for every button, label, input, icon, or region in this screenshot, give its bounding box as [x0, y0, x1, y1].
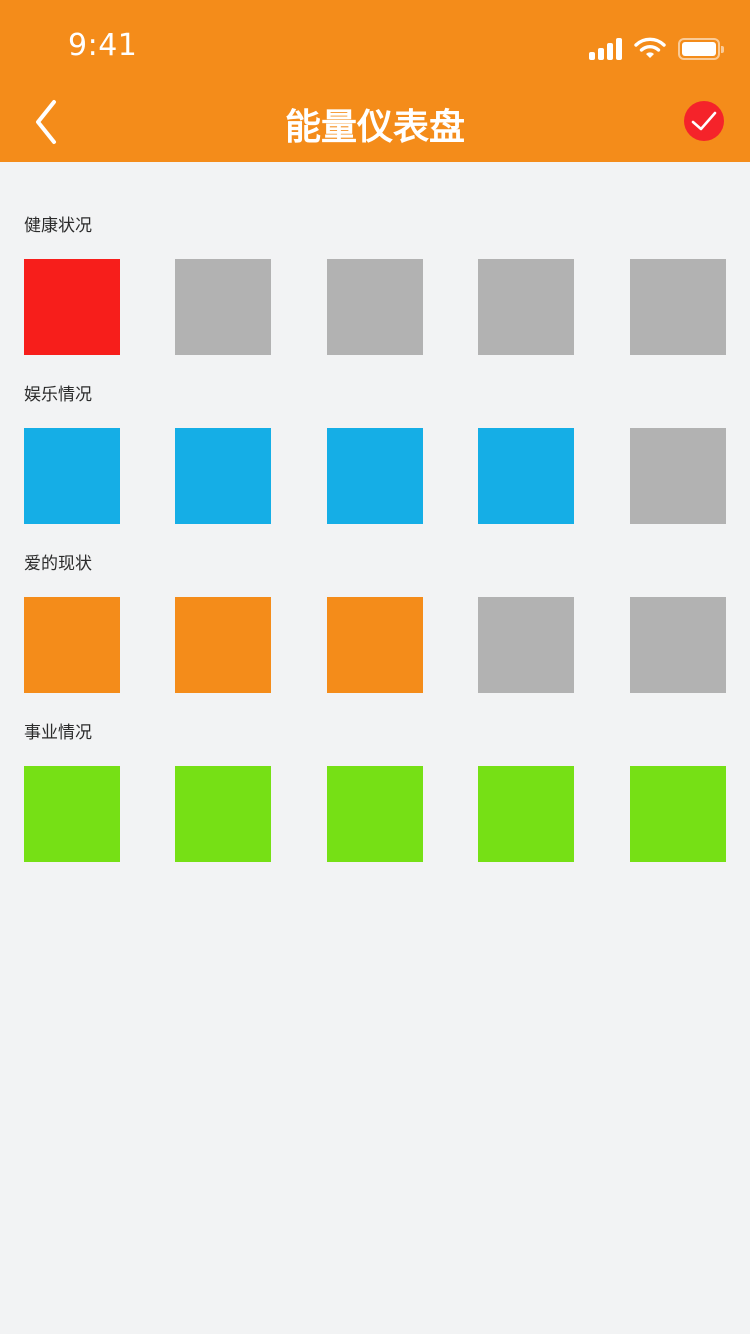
energy-row-love [24, 597, 726, 693]
energy-row-entertainment [24, 428, 726, 524]
energy-row-career [24, 766, 726, 862]
confirm-button[interactable] [684, 101, 724, 141]
status-icons [589, 34, 724, 60]
section-label-career: 事业情况 [24, 723, 92, 743]
energy-tile-love-1[interactable] [24, 597, 120, 693]
energy-tile-entertainment-1[interactable] [24, 428, 120, 524]
page-title: 能量仪表盘 [284, 107, 465, 148]
check-circle-icon [684, 101, 724, 141]
energy-tile-career-4[interactable] [478, 766, 574, 862]
energy-tile-entertainment-3[interactable] [327, 428, 423, 524]
back-button[interactable] [26, 96, 70, 148]
energy-tile-career-2[interactable] [175, 766, 271, 862]
energy-tile-love-2[interactable] [175, 597, 271, 693]
section-label-health: 健康状况 [24, 216, 92, 236]
cellular-signal-icon [589, 38, 622, 60]
header-bar: 9:41 能量仪表盘 [0, 0, 750, 162]
energy-tile-love-5[interactable] [630, 597, 726, 693]
energy-tile-love-3[interactable] [327, 597, 423, 693]
energy-tile-entertainment-2[interactable] [175, 428, 271, 524]
energy-tile-health-5[interactable] [630, 259, 726, 355]
energy-tile-health-4[interactable] [478, 259, 574, 355]
wifi-icon [634, 37, 666, 58]
energy-tile-career-1[interactable] [24, 766, 120, 862]
energy-tile-career-3[interactable] [327, 766, 423, 862]
section-label-love: 爱的现状 [24, 554, 92, 574]
energy-tile-entertainment-4[interactable] [478, 428, 574, 524]
energy-tile-health-1[interactable] [24, 259, 120, 355]
section-label-entertainment: 娱乐情况 [24, 385, 92, 405]
status-time: 9:41 [68, 28, 138, 63]
battery-icon [678, 38, 724, 60]
energy-tile-health-2[interactable] [175, 259, 271, 355]
energy-row-health [24, 259, 726, 355]
energy-tile-health-3[interactable] [327, 259, 423, 355]
energy-tile-career-5[interactable] [630, 766, 726, 862]
energy-tile-entertainment-5[interactable] [630, 428, 726, 524]
energy-tile-love-4[interactable] [478, 597, 574, 693]
